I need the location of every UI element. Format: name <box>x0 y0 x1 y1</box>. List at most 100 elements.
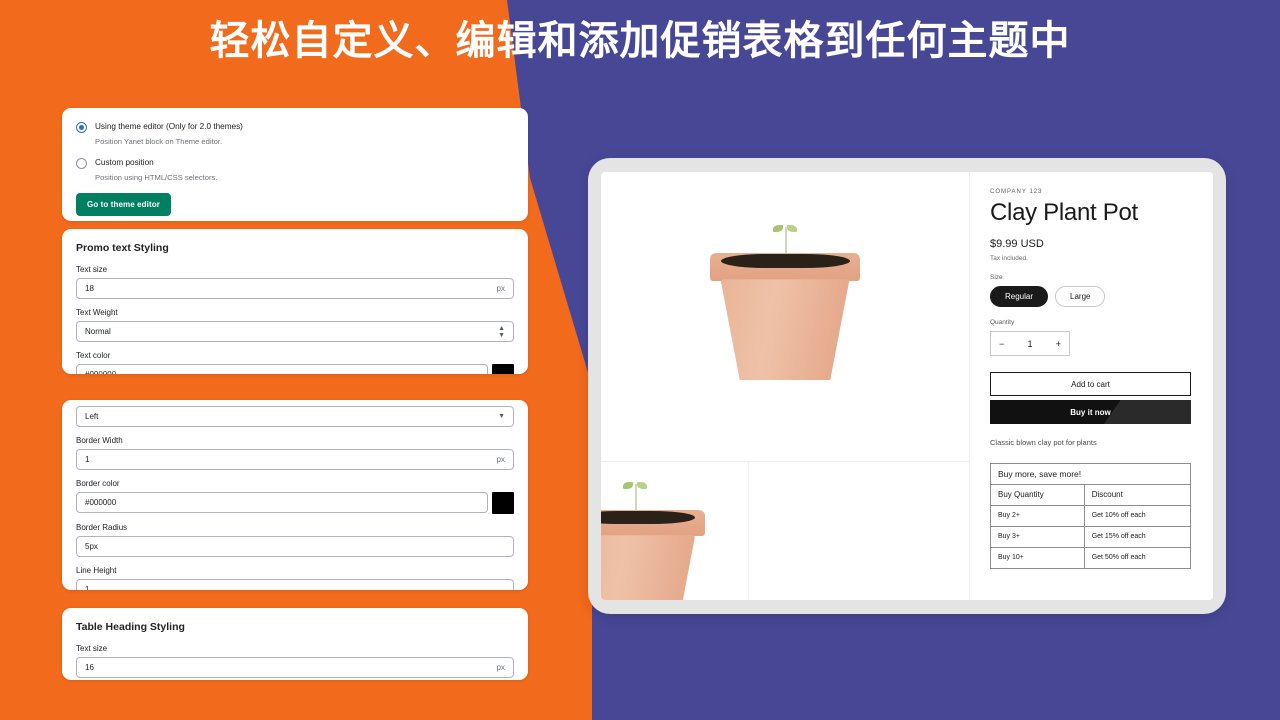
value-line-height: 1 <box>85 585 90 590</box>
size-option-large[interactable]: Large <box>1055 286 1106 307</box>
promo-table-col-quantity: Buy Quantity <box>990 484 1085 506</box>
label-promo-text-weight: Text Weight <box>76 308 118 317</box>
quantity-label: Quantity <box>990 319 1015 326</box>
promo-text-styling-panel: Promo text Styling Text size 18 px Text … <box>62 229 528 374</box>
value-promo-text-weight: Normal <box>85 327 111 336</box>
page-headline: 轻松自定义、编辑和添加促销表格到任何主题中 <box>209 19 1071 63</box>
value-promo-text-color: #000000 <box>85 370 116 374</box>
color-swatch-border[interactable] <box>492 492 514 514</box>
clay-pot-illustration <box>710 224 860 381</box>
label-border-width: Border Width <box>76 436 123 445</box>
value-border-side: Left <box>85 412 99 421</box>
product-title: Clay Plant Pot <box>990 199 1138 226</box>
value-border-color: #000000 <box>85 498 117 507</box>
label-border-radius: Border Radius <box>76 523 128 532</box>
sprout-icon <box>772 223 798 253</box>
field-line-height: Line Height 1 <box>76 566 514 590</box>
go-to-theme-editor-button[interactable]: Go to theme editor <box>76 193 171 216</box>
table-row: Buy 2+ Get 10% off each <box>990 505 1192 527</box>
buy-it-now-button[interactable]: Buy it now <box>990 400 1191 424</box>
tablet-device-frame: COMPANY 123 Clay Plant Pot $9.99 USD Tax… <box>588 158 1226 614</box>
product-image-main[interactable] <box>601 172 969 462</box>
label-line-height: Line Height <box>76 566 117 575</box>
product-description: Classic blown clay pot for plants <box>990 438 1097 447</box>
promo-table-heading: Buy more, save more! <box>990 463 1191 485</box>
promo-table-heading-row: Buy more, save more! <box>990 463 1191 485</box>
field-border-side: Left ▼ <box>76 406 514 427</box>
radio-help-theme-editor: Position Yanet block on Theme editor. <box>95 137 223 146</box>
field-border-color: Border color #000000 <box>76 479 514 514</box>
input-line-height[interactable]: 1 <box>76 579 514 590</box>
promo-table-header-row: Buy Quantity Discount <box>990 484 1192 506</box>
field-promo-text-color: Text color #000000 <box>76 351 514 374</box>
tablet-screen: COMPANY 123 Clay Plant Pot $9.99 USD Tax… <box>601 172 1213 600</box>
promo-table-col-discount: Discount <box>1083 484 1192 506</box>
label-border-color: Border color <box>76 479 120 488</box>
radio-help-custom-position: Position using HTML/CSS selectors. <box>95 173 218 182</box>
product-price: $9.99 USD <box>990 238 1044 250</box>
radio-label-custom-position: Custom position <box>95 158 154 167</box>
value-border-radius: 5px <box>85 542 98 551</box>
suffix-heading-text-size: px <box>496 663 505 672</box>
label-promo-text-size: Text size <box>76 265 108 274</box>
select-promo-text-weight[interactable]: Normal ▲ ▼ <box>76 321 514 342</box>
chevron-down-icon: ▼ <box>498 413 505 420</box>
product-info: COMPANY 123 Clay Plant Pot $9.99 USD Tax… <box>970 172 1213 600</box>
radio-label-theme-editor: Using theme editor (Only for 2.0 themes) <box>95 122 243 131</box>
input-border-radius[interactable]: 5px <box>76 536 514 557</box>
settings-column: Using theme editor (Only for 2.0 themes)… <box>62 108 528 680</box>
color-swatch-promo-text[interactable] <box>492 364 514 374</box>
radio-option-theme-editor[interactable]: Using theme editor (Only for 2.0 themes) <box>76 121 514 133</box>
promo-panel-title: Promo text Styling <box>76 242 169 254</box>
field-border-width: Border Width 1 px <box>76 436 514 470</box>
value-promo-text-size: 18 <box>85 284 94 293</box>
promo-row-qty: Buy 10+ <box>990 547 1085 569</box>
label-heading-text-size: Text size <box>76 644 108 653</box>
table-row: Buy 10+ Get 50% off each <box>990 547 1192 569</box>
product-vendor: COMPANY 123 <box>990 189 1043 195</box>
border-styling-panel: Left ▼ Border Width 1 px Border color #0… <box>62 400 528 590</box>
radio-icon-custom-position[interactable] <box>76 158 87 169</box>
radio-option-custom-position[interactable]: Custom position <box>76 157 514 169</box>
promo-discount-table: Buy more, save more! Buy Quantity Discou… <box>990 463 1192 569</box>
input-border-color[interactable]: #000000 <box>76 492 488 513</box>
field-border-radius: Border Radius 5px <box>76 523 514 557</box>
promo-row-discount: Get 10% off each <box>1083 505 1192 527</box>
product-tax-note: Tax included. <box>990 255 1028 262</box>
suffix-border-width: px <box>496 455 505 464</box>
size-option-group: Regular Large <box>990 286 1191 307</box>
field-heading-text-size: Text size 16 px <box>76 644 514 678</box>
promo-row-qty: Buy 2+ <box>990 505 1085 527</box>
radio-icon-theme-editor[interactable] <box>76 122 87 133</box>
select-border-side[interactable]: Left ▼ <box>76 406 514 427</box>
field-promo-text-size: Text size 18 px <box>76 265 514 299</box>
quantity-value[interactable]: 1 <box>1027 339 1032 349</box>
value-border-width: 1 <box>85 455 90 464</box>
field-promo-text-weight: Text Weight Normal ▲ ▼ <box>76 308 514 342</box>
suffix-promo-text-size: px <box>496 284 505 293</box>
position-settings-panel: Using theme editor (Only for 2.0 themes)… <box>62 108 528 221</box>
product-image-thumbnail[interactable] <box>601 462 749 600</box>
heading-panel-title: Table Heading Styling <box>76 621 185 633</box>
quantity-decrement-button[interactable]: − <box>999 339 1004 349</box>
clay-pot-illustration-thumb <box>601 482 705 600</box>
product-gallery <box>601 172 970 600</box>
value-heading-text-size: 16 <box>85 663 94 672</box>
add-to-cart-button[interactable]: Add to cart <box>990 372 1191 396</box>
size-option-regular[interactable]: Regular <box>990 286 1049 307</box>
chevron-updown-icon: ▲ ▼ <box>498 324 505 339</box>
quantity-increment-button[interactable]: + <box>1056 339 1061 349</box>
label-promo-text-color: Text color <box>76 351 111 360</box>
table-row: Buy 3+ Get 15% off each <box>990 526 1192 548</box>
input-promo-text-size[interactable]: 18 px <box>76 278 514 299</box>
size-option-label: Size <box>990 274 1003 281</box>
table-heading-styling-panel: Table Heading Styling Text size 16 px <box>62 608 528 680</box>
input-heading-text-size[interactable]: 16 px <box>76 657 514 678</box>
promo-row-discount: Get 50% off each <box>1083 547 1192 569</box>
input-border-width[interactable]: 1 px <box>76 449 514 470</box>
sprout-icon-thumb <box>622 480 648 510</box>
input-promo-text-color[interactable]: #000000 <box>76 364 488 374</box>
quantity-stepper[interactable]: − 1 + <box>990 331 1070 356</box>
promo-row-qty: Buy 3+ <box>990 526 1085 548</box>
promo-row-discount: Get 15% off each <box>1083 526 1192 548</box>
